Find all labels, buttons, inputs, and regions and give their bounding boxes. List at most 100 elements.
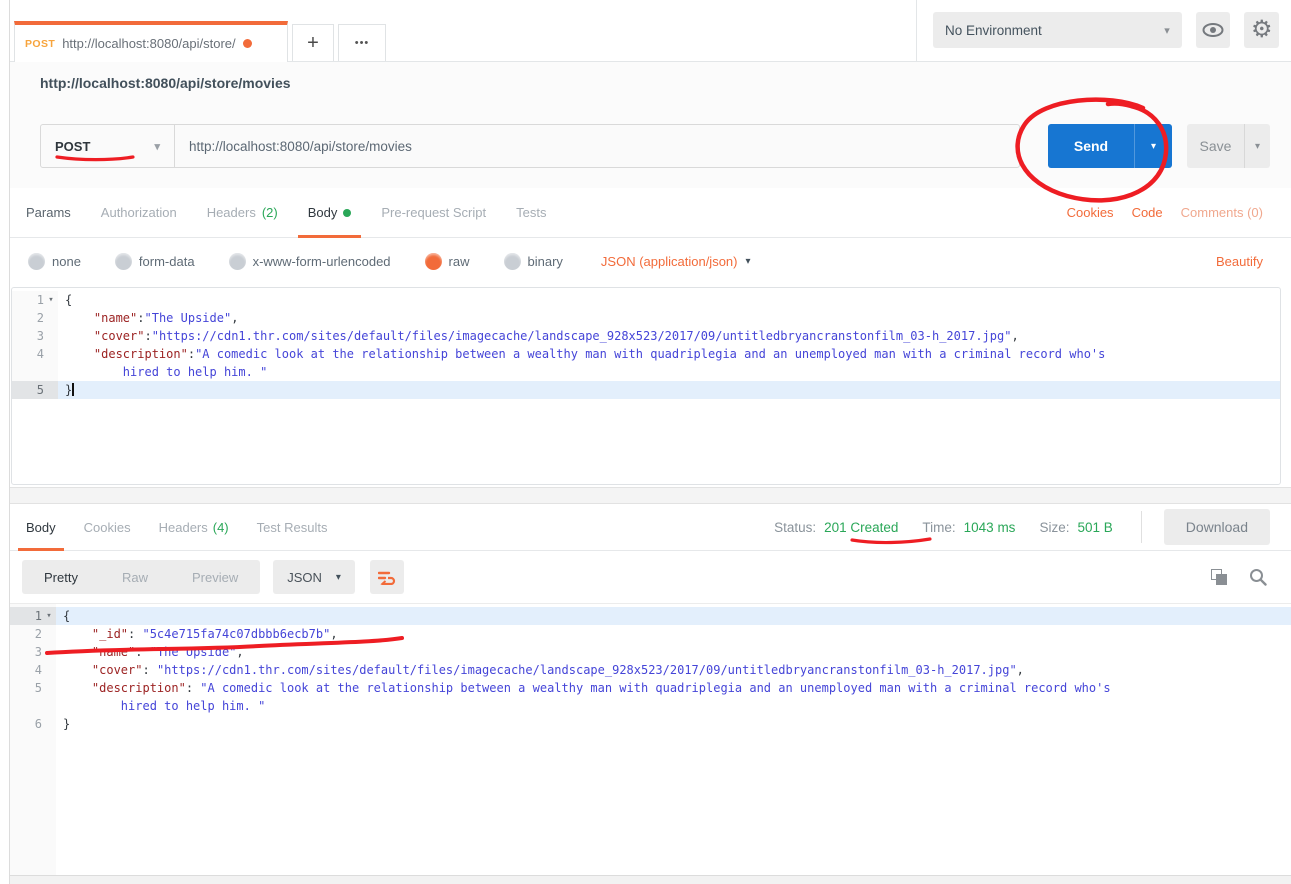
eye-icon — [1202, 22, 1224, 38]
code-line[interactable]: 5 "description": "A comedic look at the … — [10, 679, 1291, 697]
comments-link[interactable]: Comments (0) — [1181, 205, 1263, 220]
code-text: "name":"The Upside", — [58, 309, 1280, 327]
tab-menu-button[interactable]: ••• — [338, 24, 386, 61]
format-label: JSON — [287, 570, 322, 585]
tab-method-label: POST — [25, 38, 55, 50]
status-value: 201 Created — [824, 520, 898, 535]
content-type-selector[interactable]: JSON (application/json) ▾ — [601, 254, 751, 269]
request-body-editor[interactable]: 1▾{2 "name":"The Upside",3 "cover":"http… — [11, 287, 1281, 485]
wrap-lines-button[interactable] — [370, 560, 404, 594]
settings-button[interactable]: ⚙ — [1244, 12, 1279, 48]
view-preview[interactable]: Preview — [170, 560, 260, 594]
response-format-selector[interactable]: JSON ▾ — [273, 560, 355, 594]
tab-pre-request-script[interactable]: Pre-request Script — [381, 188, 486, 238]
mode-x-www-form-urlencoded[interactable]: x-www-form-urlencoded — [229, 253, 391, 270]
code-line[interactable]: 1▾{ — [10, 607, 1291, 625]
code-text: { — [56, 607, 1291, 625]
line-number: 4 — [12, 345, 58, 363]
line-number: 6 — [10, 715, 56, 733]
code-text: { — [58, 291, 1280, 309]
response-tab-body[interactable]: Body — [26, 504, 56, 551]
tab-url-label: http://localhost:8080/api/store/ — [62, 36, 235, 51]
tab-body[interactable]: Body — [308, 188, 352, 238]
code-line[interactable]: 3 "cover":"https://cdn1.thr.com/sites/de… — [12, 327, 1280, 345]
body-mode-row: none form-data x-www-form-urlencoded raw… — [10, 238, 1291, 285]
line-number: 1▾ — [12, 291, 58, 309]
tab-headers[interactable]: Headers(2) — [207, 188, 278, 238]
code-line[interactable]: hired to help him. " — [12, 363, 1280, 381]
mode-raw[interactable]: raw — [425, 253, 470, 270]
view-pretty[interactable]: Pretty — [22, 560, 100, 594]
line-number — [10, 697, 56, 715]
new-tab-button[interactable]: + — [292, 24, 334, 61]
code-line[interactable]: hired to help him. " — [10, 697, 1291, 715]
fold-caret-icon[interactable]: ▾ — [42, 607, 56, 625]
line-number: 3 — [10, 643, 56, 661]
code-line[interactable]: 4 "cover": "https://cdn1.thr.com/sites/d… — [10, 661, 1291, 679]
response-body-viewer[interactable]: 1▾{2 "_id": "5c4e715fa74c07dbbb6ecb7b",3… — [10, 603, 1291, 875]
code-line[interactable]: 5} — [12, 381, 1280, 399]
environment-quick-look-button[interactable] — [1196, 12, 1231, 48]
tab-params[interactable]: Params — [26, 188, 71, 238]
code-line[interactable]: 4 "description":"A comedic look at the r… — [12, 345, 1280, 363]
tab-authorization[interactable]: Authorization — [101, 188, 177, 238]
response-tab-headers[interactable]: Headers(4) — [159, 504, 229, 551]
bottom-bar — [10, 875, 1291, 884]
tab-tests[interactable]: Tests — [516, 188, 546, 238]
text-cursor — [72, 383, 74, 396]
method-selector[interactable]: POST ▾ — [40, 124, 175, 168]
request-tab[interactable]: POST http://localhost:8080/api/store/ — [14, 21, 288, 62]
wrap-lines-icon — [378, 570, 396, 585]
response-tab-cookies[interactable]: Cookies — [84, 504, 131, 551]
environment-label: No Environment — [945, 23, 1042, 38]
url-input[interactable] — [175, 124, 1020, 168]
send-button[interactable]: Send — [1048, 124, 1134, 168]
response-headers-count: (4) — [213, 520, 229, 535]
code-text: hired to help him. " — [58, 363, 1280, 381]
code-line[interactable]: 2 "_id": "5c4e715fa74c07dbbb6ecb7b", — [10, 625, 1291, 643]
method-label: POST — [55, 139, 90, 154]
response-tab-test-results[interactable]: Test Results — [257, 504, 328, 551]
environment-selector[interactable]: No Environment ▾ — [933, 12, 1182, 48]
save-button[interactable]: Save — [1187, 124, 1244, 168]
code-link[interactable]: Code — [1132, 205, 1163, 220]
mode-binary[interactable]: binary — [504, 253, 563, 270]
radio-icon — [504, 253, 521, 270]
body-has-content-dot — [343, 209, 351, 217]
mode-none[interactable]: none — [28, 253, 81, 270]
line-number: 5 — [12, 381, 58, 399]
request-builder: POST ▾ Send ▾ Save ▾ — [10, 104, 1291, 188]
tab-strip: POST http://localhost:8080/api/store/ + … — [10, 21, 386, 61]
response-stats: Status: 201 Created Time: 1043 ms Size: … — [774, 509, 1270, 545]
line-number: 4 — [10, 661, 56, 679]
code-line[interactable]: 1▾{ — [12, 291, 1280, 309]
radio-icon — [28, 253, 45, 270]
search-response-button[interactable] — [1249, 568, 1267, 586]
code-text: "cover": "https://cdn1.thr.com/sites/def… — [56, 661, 1291, 679]
copy-response-button[interactable] — [1211, 569, 1227, 585]
save-options-button[interactable]: ▾ — [1244, 124, 1270, 168]
view-raw[interactable]: Raw — [100, 560, 170, 594]
beautify-link[interactable]: Beautify — [1216, 254, 1263, 269]
chevron-down-icon: ▾ — [154, 140, 160, 153]
app-header: POST http://localhost:8080/api/store/ + … — [10, 0, 1291, 62]
request-editor-wrap: 1▾{2 "name":"The Upside",3 "cover":"http… — [10, 285, 1291, 487]
fold-caret-icon[interactable]: ▾ — [44, 291, 58, 309]
time-label: Time: — [922, 520, 955, 535]
download-button[interactable]: Download — [1164, 509, 1270, 545]
code-text: } — [56, 715, 1291, 733]
environment-area: No Environment ▾ ⚙ — [916, 0, 1291, 61]
code-line[interactable]: 6} — [10, 715, 1291, 733]
content-type-label: JSON (application/json) — [601, 254, 738, 269]
code-text: "cover":"https://cdn1.thr.com/sites/defa… — [58, 327, 1280, 345]
request-sub-header: http://localhost:8080/api/store/movies P… — [10, 62, 1291, 188]
headers-count: (2) — [262, 205, 278, 220]
code-line[interactable]: 3 "name": "The Upside", — [10, 643, 1291, 661]
divider — [1141, 511, 1142, 543]
mode-form-data[interactable]: form-data — [115, 253, 195, 270]
time-value: 1043 ms — [964, 520, 1016, 535]
cookies-link[interactable]: Cookies — [1067, 205, 1114, 220]
chevron-down-icon: ▾ — [1164, 24, 1170, 37]
code-line[interactable]: 2 "name":"The Upside", — [12, 309, 1280, 327]
send-options-button[interactable]: ▾ — [1134, 124, 1172, 168]
